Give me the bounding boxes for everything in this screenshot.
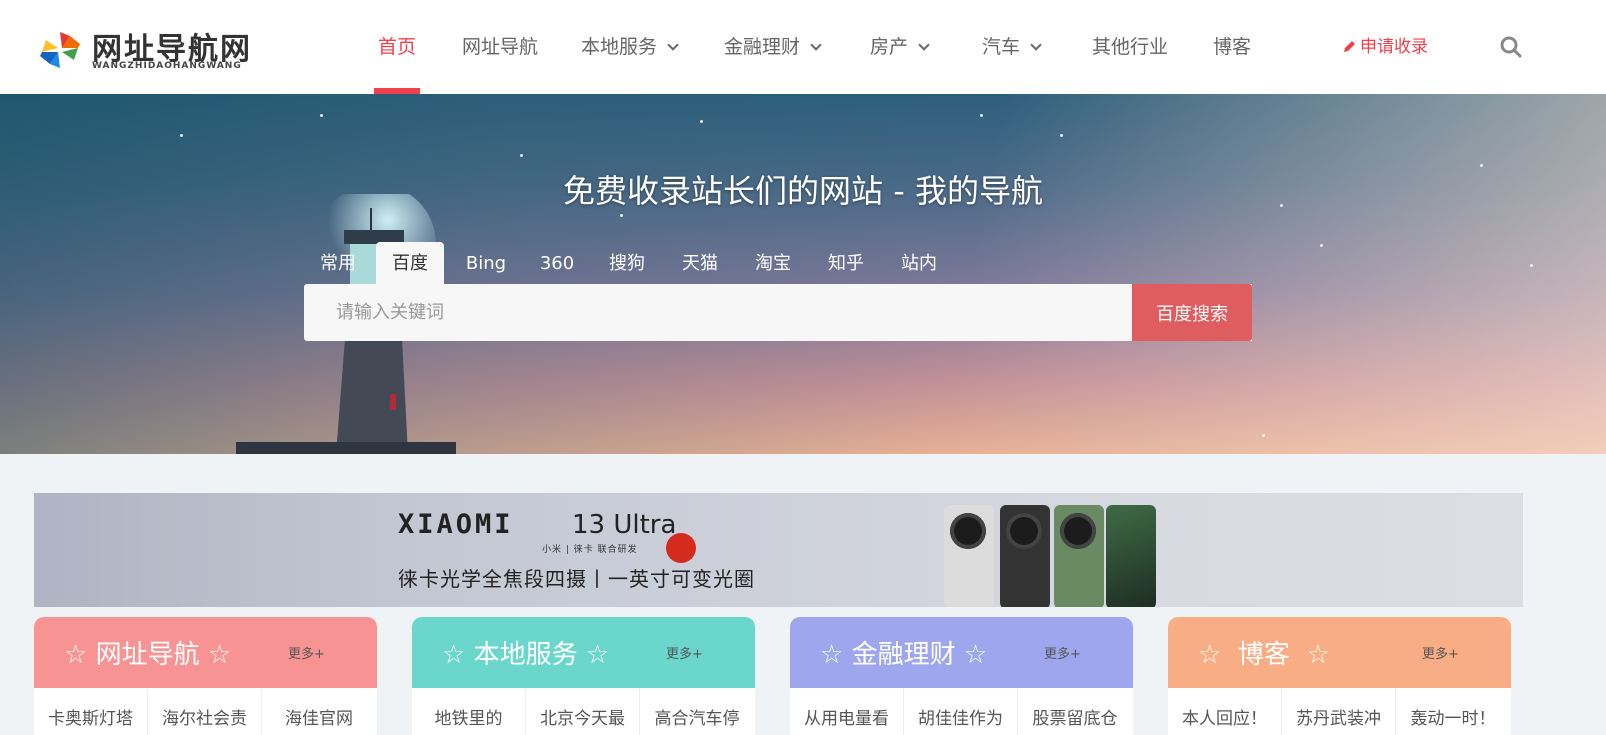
chevron-down-icon bbox=[918, 39, 930, 51]
site-link[interactable]: 高合汽车停 bbox=[640, 688, 754, 735]
chevron-down-icon bbox=[667, 39, 679, 51]
category-card-url-nav: ☆ 网址导航 ☆ 更多+ 卡奥斯灯塔 海尔社会责 海佳官网 bbox=[34, 617, 377, 735]
card-title-text: 本地服务 bbox=[473, 640, 578, 670]
card-header: ☆ 本地服务 ☆ 更多+ bbox=[412, 617, 755, 688]
search-input[interactable] bbox=[304, 284, 1132, 341]
leica-logo-icon bbox=[666, 533, 696, 563]
phone-image bbox=[944, 505, 994, 607]
nav-item-home[interactable]: 首页 bbox=[373, 0, 421, 94]
hero-search-section: 免费收录站长们的网站 - 我的导航 常用 百度 Bing 360 搜狗 天猫 淘… bbox=[0, 94, 1606, 454]
top-header: 网址导航网 WANGZHIDAOHANGWANG 首页 网址导航 本地服务 金融… bbox=[0, 0, 1606, 94]
card-title-text: 博客 bbox=[1237, 640, 1290, 670]
site-link[interactable]: 本人回应！ bbox=[1168, 688, 1282, 735]
card-links: 卡奥斯灯塔 海尔社会责 海佳官网 bbox=[34, 688, 377, 735]
search-button[interactable]: 百度搜索 bbox=[1132, 284, 1252, 341]
logo-subtitle: WANGZHIDAOHANGWANG bbox=[92, 61, 242, 71]
card-links: 从用电量看 胡佳佳作为 股票留底仓 bbox=[790, 688, 1133, 735]
site-link[interactable]: 股票留底仓 bbox=[1018, 688, 1132, 735]
tab-zhihu[interactable]: 知乎 bbox=[821, 242, 871, 286]
apply-listing-link[interactable]: 申请收录 bbox=[1342, 0, 1428, 94]
nav-label: 金融理财 bbox=[724, 36, 801, 58]
nav-item-url-nav[interactable]: 网址导航 bbox=[462, 0, 538, 94]
nav-label: 首页 bbox=[378, 36, 417, 58]
nav-label: 其他行业 bbox=[1092, 36, 1169, 58]
site-link[interactable]: 胡佳佳作为 bbox=[904, 688, 1018, 735]
nav-label: 房产 bbox=[870, 36, 909, 58]
nav-label: 博客 bbox=[1213, 36, 1252, 58]
card-header: ☆ 博客 ☆ 更多+ bbox=[1168, 617, 1511, 688]
nav-label: 网址导航 bbox=[462, 36, 539, 58]
site-link[interactable]: 卡奥斯灯塔 bbox=[34, 688, 148, 735]
card-header: ☆ 金融理财 ☆ 更多+ bbox=[790, 617, 1133, 688]
more-link[interactable]: 更多+ bbox=[1422, 643, 1459, 662]
search-bar: 百度搜索 bbox=[304, 284, 1252, 341]
more-link[interactable]: 更多+ bbox=[288, 643, 325, 662]
category-card-local-service: ☆ 本地服务 ☆ 更多+ 地铁里的 北京今天最 高合汽车停 bbox=[412, 617, 755, 735]
nav-item-auto[interactable]: 汽车 bbox=[982, 0, 1042, 94]
more-link[interactable]: 更多+ bbox=[666, 643, 703, 662]
tab-360[interactable]: 360 bbox=[532, 242, 582, 286]
tab-taobao[interactable]: 淘宝 bbox=[748, 242, 798, 286]
card-title: ☆ 金融理财 ☆ bbox=[820, 640, 988, 670]
phone-image bbox=[1054, 505, 1104, 607]
category-card-blog: ☆ 博客 ☆ 更多+ 本人回应！ 苏丹武装冲 轰动一时！ bbox=[1168, 617, 1511, 735]
phone-image bbox=[1106, 505, 1156, 607]
card-title: ☆ 网址导航 ☆ bbox=[64, 640, 232, 670]
hero-title: 免费收录站长们的网站 - 我的导航 bbox=[563, 172, 1043, 210]
site-link[interactable]: 北京今天最 bbox=[526, 688, 640, 735]
card-title: ☆ 博客 ☆ bbox=[1198, 640, 1330, 670]
site-link[interactable]: 海尔社会责 bbox=[148, 688, 262, 735]
banner-slogan: 徕卡光学全焦段四摄丨一英寸可变光圈 bbox=[398, 567, 755, 591]
apply-label: 申请收录 bbox=[1360, 37, 1428, 57]
banner-brand: XIAOMI bbox=[398, 509, 514, 540]
card-title-text: 金融理财 bbox=[851, 640, 956, 670]
chevron-down-icon bbox=[1030, 39, 1042, 51]
pencil-icon bbox=[1344, 41, 1355, 52]
site-link[interactable]: 苏丹武装冲 bbox=[1282, 688, 1396, 735]
site-logo[interactable]: 网址导航网 WANGZHIDAOHANGWANG bbox=[36, 24, 266, 74]
nav-item-local-service[interactable]: 本地服务 bbox=[581, 0, 679, 94]
site-link[interactable]: 海佳官网 bbox=[262, 688, 376, 735]
tab-bing[interactable]: Bing bbox=[456, 242, 516, 286]
search-icon[interactable] bbox=[1500, 36, 1522, 58]
tab-sogou[interactable]: 搜狗 bbox=[602, 242, 652, 286]
site-link[interactable]: 地铁里的 bbox=[412, 688, 526, 735]
category-card-finance: ☆ 金融理财 ☆ 更多+ 从用电量看 胡佳佳作为 股票留底仓 bbox=[790, 617, 1133, 735]
nav-item-blog[interactable]: 博客 bbox=[1213, 0, 1251, 94]
tab-tmall[interactable]: 天猫 bbox=[675, 242, 725, 286]
tab-baidu[interactable]: 百度 bbox=[376, 242, 444, 286]
nav-item-real-estate[interactable]: 房产 bbox=[870, 0, 930, 94]
chevron-down-icon bbox=[810, 39, 822, 51]
site-link[interactable]: 轰动一时！ bbox=[1396, 688, 1510, 735]
nav-label: 本地服务 bbox=[581, 36, 658, 58]
banner-small-text: 小米 | 徕卡 联合研发 bbox=[542, 545, 638, 555]
banner-model: 13 Ultra bbox=[572, 510, 677, 540]
card-links: 本人回应！ 苏丹武装冲 轰动一时！ bbox=[1168, 688, 1511, 735]
tab-common[interactable]: 常用 bbox=[304, 242, 356, 286]
more-link[interactable]: 更多+ bbox=[1044, 643, 1081, 662]
nav-label: 汽车 bbox=[982, 36, 1021, 58]
site-link[interactable]: 从用电量看 bbox=[790, 688, 904, 735]
phone-image bbox=[1000, 505, 1050, 607]
card-header: ☆ 网址导航 ☆ 更多+ bbox=[34, 617, 377, 688]
tab-site[interactable]: 站内 bbox=[894, 242, 944, 286]
card-title-text: 网址导航 bbox=[95, 640, 200, 670]
logo-pinwheel-icon bbox=[40, 32, 80, 68]
nav-item-other[interactable]: 其他行业 bbox=[1092, 0, 1168, 94]
card-title: ☆ 本地服务 ☆ bbox=[442, 640, 610, 670]
nav-item-finance[interactable]: 金融理财 bbox=[724, 0, 822, 94]
card-links: 地铁里的 北京今天最 高合汽车停 bbox=[412, 688, 755, 735]
ad-banner[interactable]: XIAOMI 13 Ultra 小米 | 徕卡 联合研发 徕卡光学全焦段四摄丨一… bbox=[34, 493, 1523, 607]
